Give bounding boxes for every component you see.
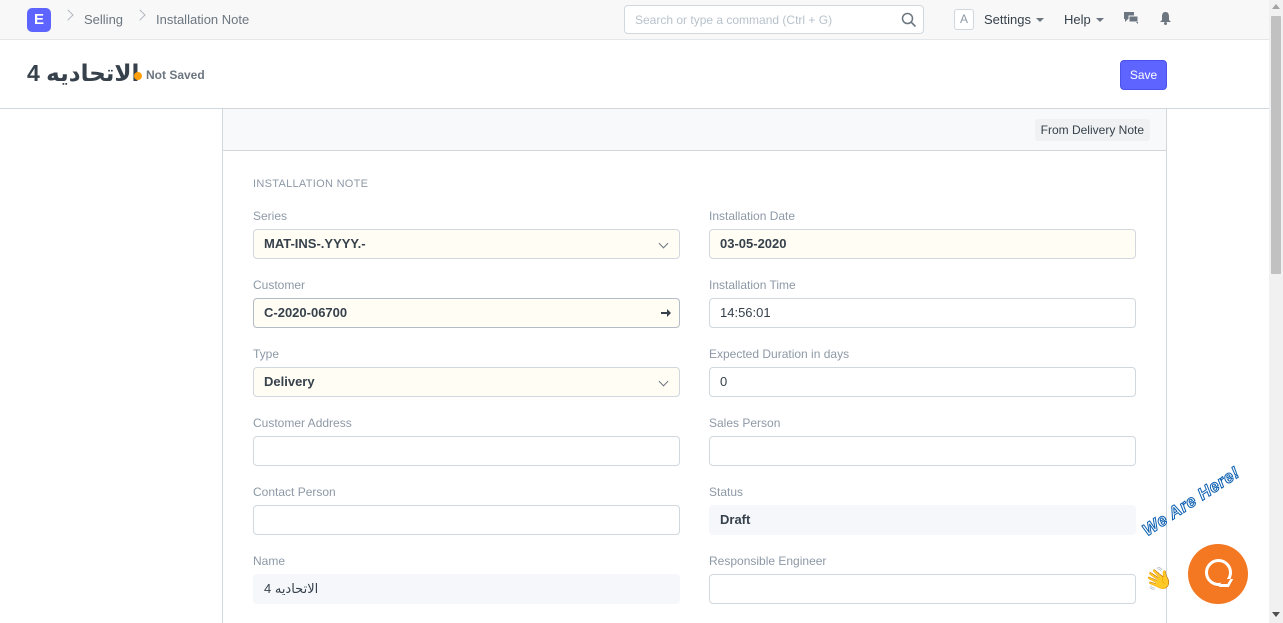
installation-date-field[interactable]: 03-05-2020 (709, 229, 1136, 259)
form-toolbar: From Delivery Note (223, 109, 1166, 151)
settings-label: Settings (984, 12, 1031, 27)
caret-down-icon (1035, 18, 1044, 22)
page-scrollbar[interactable] (1269, 0, 1283, 623)
from-delivery-note-button[interactable]: From Delivery Note (1034, 119, 1150, 141)
form-card: From Delivery Note INSTALLATION NOTE Ser… (222, 109, 1167, 623)
customer-address-label: Customer Address (253, 416, 352, 430)
scrollbar-thumb[interactable] (1271, 16, 1281, 274)
name-value: الاتحاديه 4 (253, 574, 680, 604)
type-select[interactable]: Delivery (253, 367, 680, 397)
customer-address-field[interactable] (253, 436, 680, 466)
status-label: Status (709, 485, 744, 499)
status-value: Draft (709, 505, 1136, 535)
page-title: الاتحاديه 4 (27, 60, 140, 86)
contact-person-label: Contact Person (253, 485, 336, 499)
help-label: Help (1064, 12, 1091, 27)
name-label: Name (253, 554, 286, 568)
expected-duration-label: Expected Duration in days (709, 347, 850, 361)
search-icon[interactable] (901, 12, 917, 28)
scroll-up-arrow-icon[interactable] (1272, 4, 1280, 9)
series-label: Series (253, 209, 288, 223)
app-logo[interactable]: E (27, 8, 51, 32)
customer-field[interactable]: C-2020-06700 (253, 298, 680, 328)
breadcrumb-selling[interactable]: Selling (84, 12, 123, 27)
expected-duration-field[interactable]: 0 (709, 367, 1136, 397)
status-indicator: Not Saved (146, 68, 205, 82)
chevron-right-icon (62, 9, 74, 21)
customer-label: Customer (253, 278, 306, 292)
chevron-down-icon (658, 376, 669, 387)
installation-time-label: Installation Time (709, 278, 796, 292)
series-select[interactable]: MAT-INS-.YYYY.- (253, 229, 680, 259)
chevron-right-icon (134, 9, 146, 21)
sales-person-field[interactable] (709, 436, 1136, 466)
type-value: Delivery (264, 374, 315, 389)
section-title: INSTALLATION NOTE (253, 178, 369, 190)
breadcrumb-installation-note[interactable]: Installation Note (156, 12, 249, 27)
installation-time-field[interactable]: 14:56:01 (709, 298, 1136, 328)
customer-value: C-2020-06700 (264, 305, 348, 320)
responsible-engineer-label: Responsible Engineer (709, 554, 827, 568)
settings-dropdown[interactable]: Settings (984, 12, 1044, 27)
sales-person-label: Sales Person (709, 416, 781, 430)
live-chat-button[interactable] (1188, 544, 1248, 604)
notification-bell-icon[interactable] (1159, 11, 1172, 25)
responsible-engineer-field[interactable] (709, 574, 1136, 604)
search-box (624, 5, 924, 34)
help-dropdown[interactable]: Help (1064, 12, 1104, 27)
contact-person-field[interactable] (253, 505, 680, 535)
navbar: E Selling Installation Note A Settings H… (0, 0, 1269, 40)
scroll-down-arrow-icon[interactable] (1272, 612, 1280, 617)
avatar[interactable]: A (954, 9, 974, 30)
status-indicator-dot (134, 72, 142, 80)
type-label: Type (253, 347, 280, 361)
chat-icon[interactable] (1123, 11, 1139, 26)
search-input[interactable] (625, 6, 895, 33)
caret-down-icon (1095, 18, 1104, 22)
installation-date-label: Installation Date (709, 209, 796, 223)
chevron-down-icon (658, 238, 669, 249)
arrow-right-icon[interactable] (660, 307, 672, 319)
save-button[interactable]: Save (1120, 60, 1167, 90)
name-text: الاتحاديه 4 (264, 581, 319, 596)
series-value: MAT-INS-.YYYY.- (264, 236, 366, 251)
